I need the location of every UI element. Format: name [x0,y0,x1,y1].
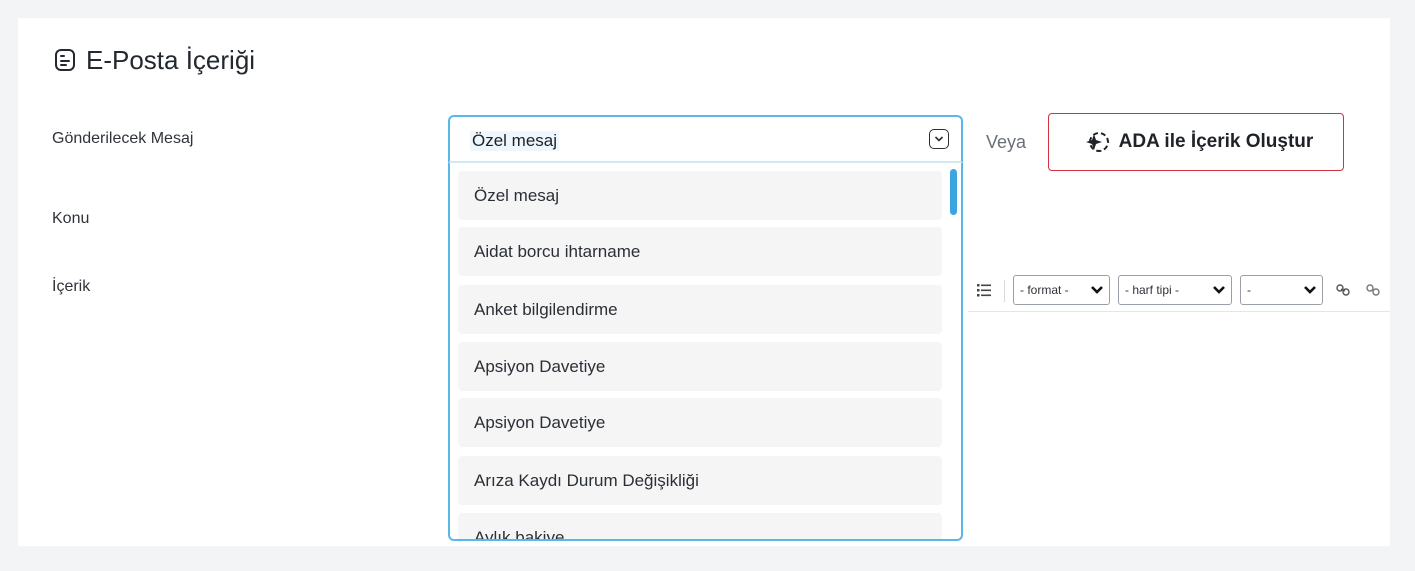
option-label: Arıza Kaydı Durum Değişikliği [474,470,699,490]
message-template-dropdown: Özel mesaj Aidat borcu ihtarname Anket b… [448,163,963,541]
chevron-down-icon[interactable] [929,129,949,149]
subject-label: Konu [52,210,90,227]
dropdown-option[interactable]: Arıza Kaydı Durum Değişikliği [458,456,942,505]
format-select-value: - format - [1020,283,1069,297]
bullet-list-icon[interactable] [976,282,992,298]
editor-toolbar: - format - - harf tipi - - [968,272,1390,312]
dropdown-option[interactable]: Aylık bakiye [458,513,942,541]
ada-button-label: ADA ile İçerik Oluştur [1118,131,1314,152]
message-template-select[interactable]: Özel mesaj [448,115,963,163]
font-select-value: - harf tipi - [1125,283,1180,297]
dropdown-option[interactable]: Apsiyon Davetiye [458,398,942,447]
email-content-card: E-Posta İçeriği Gönderilecek Mesaj Konu … [18,18,1390,546]
ada-generate-content-button[interactable]: ADA ile İçerik Oluştur [1048,113,1344,171]
dropdown-scrollbar[interactable] [950,169,957,215]
content-label: İçerik [52,278,91,295]
option-label: Aylık bakiye [474,527,565,541]
sparkle-icon [1085,132,1109,152]
dropdown-option[interactable]: Anket bilgilendirme [458,285,942,334]
option-label: Anket bilgilendirme [474,299,618,319]
format-select[interactable]: - format - [1013,275,1110,305]
dropdown-option[interactable]: Özel mesaj [458,171,942,220]
dropdown-option[interactable]: Aidat borcu ihtarname [458,227,942,276]
option-label: Apsiyon Davetiye [474,412,606,432]
dropdown-option[interactable]: Apsiyon Davetiye [458,342,942,391]
chevron-down-icon [1304,286,1316,294]
size-select[interactable]: - [1240,275,1323,305]
document-icon [55,49,75,71]
link-icon[interactable] [1335,282,1351,298]
or-text: Veya [986,132,1027,152]
message-label: Gönderilecek Mesaj [52,130,194,147]
page-title: E-Posta İçeriği [54,40,255,80]
size-select-value: - [1247,283,1251,297]
unlink-icon[interactable] [1365,282,1381,298]
font-select[interactable]: - harf tipi - [1118,275,1232,305]
toolbar-separator [1004,280,1005,302]
option-label: Özel mesaj [474,185,560,205]
chevron-down-icon [1091,286,1103,294]
option-label: Apsiyon Davetiye [474,356,606,376]
page-title-text: E-Posta İçeriği [86,44,256,75]
chevron-down-icon [1213,286,1225,294]
select-current-value: Özel mesaj [470,131,560,151]
option-label: Aidat borcu ihtarname [474,241,641,261]
